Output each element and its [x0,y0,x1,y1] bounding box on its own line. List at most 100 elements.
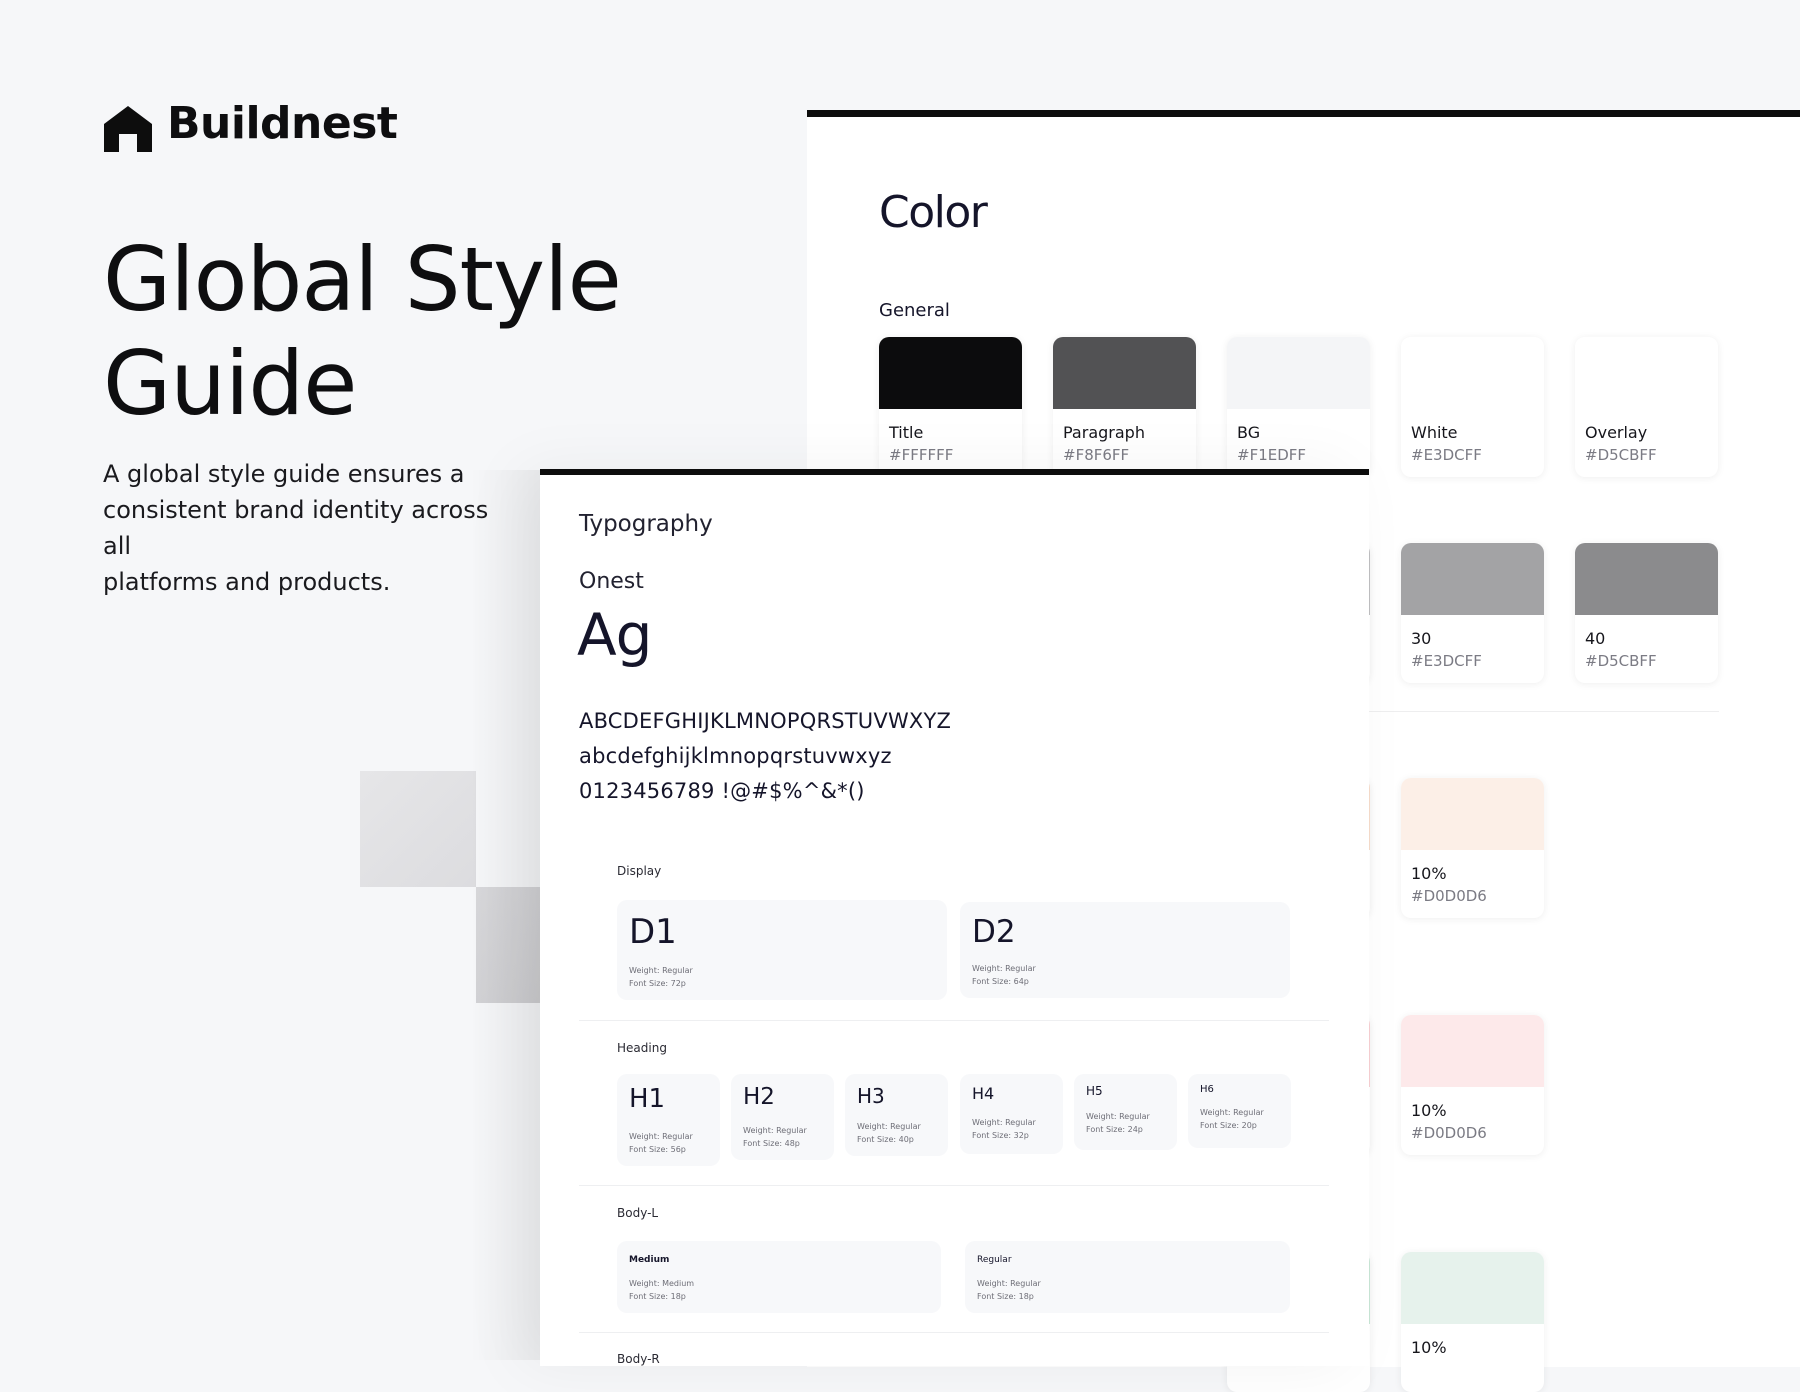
swatch-hex: #F1EDFF [1237,446,1307,464]
swatch-tint-red: 10% #D0D0D6 [1401,1015,1544,1155]
h5-size: Font Size: 24p [1086,1125,1143,1134]
swatch-hex: #E3DCFF [1411,446,1482,464]
swatch-chip [1401,778,1544,850]
swatch-title: Title #FFFFFF [879,337,1022,477]
hero-title-line-2: Guide [103,332,357,435]
body-l-regular-size: Font Size: 18p [977,1292,1034,1301]
swatch-hex: #FFFFFF [889,446,954,464]
swatch-bg: BG #F1EDFF [1227,337,1370,477]
swatch-paragraph: Paragraph #F8F6FF [1053,337,1196,477]
h6-weight: Weight: Regular [1200,1108,1264,1117]
h4-meta: Weight: Regular Font Size: 32p [972,1116,1036,1142]
h3-box: H3 Weight: Regular Font Size: 40p [845,1074,948,1156]
d2-meta: Weight: Regular Font Size: 64p [972,962,1036,988]
h2-size: Font Size: 48p [743,1139,800,1148]
h3-meta: Weight: Regular Font Size: 40p [857,1120,921,1146]
h2-meta: Weight: Regular Font Size: 48p [743,1124,807,1150]
h6-label: H6 [1200,1084,1214,1095]
swatch-chip [879,337,1022,409]
swatch-name: 10% [1411,1101,1447,1120]
hero-description-line-1: A global style guide ensures a [103,460,465,488]
typography-card: Typography Onest Ag ABCDEFGHIJKLMNOPQRST… [540,469,1369,1366]
d2-weight: Weight: Regular [972,964,1036,973]
swatch-chip [1401,1015,1544,1087]
h6-meta: Weight: Regular Font Size: 20p [1200,1106,1264,1132]
swatch-hex: #D5CBFF [1585,446,1657,464]
h2-box: H2 Weight: Regular Font Size: 48p [731,1074,834,1160]
swatch-tint-orange: 10% #D0D0D6 [1401,778,1544,918]
uppercase-alphabet: ABCDEFGHIJKLMNOPQRSTUVWXYZ [579,709,952,733]
swatch-name: 40 [1585,629,1606,648]
lowercase-alphabet: abcdefghijklmnopqrstuvwxyz [579,744,892,768]
swatch-name: White [1411,423,1458,442]
body-l-medium-weight: Weight: Medium [629,1279,695,1288]
swatch-chip [1227,337,1370,409]
brand-name: Buildnest [167,98,398,149]
swatch-chip [1053,337,1196,409]
swatch-name: BG [1237,423,1261,442]
body-l-medium-box: Medium Weight: Medium Font Size: 18p [617,1241,941,1313]
h1-size: Font Size: 56p [629,1145,686,1154]
h1-meta: Weight: Regular Font Size: 56p [629,1130,693,1156]
body-l-regular-weight: Weight: Regular [977,1279,1041,1288]
h3-weight: Weight: Regular [857,1122,921,1131]
swatch-gray-30: 30 #E3DCFF [1401,543,1544,683]
body-l-regular-label: Regular [977,1255,1012,1265]
h2-label: H2 [743,1084,775,1110]
d1-size: Font Size: 72p [629,979,686,988]
decorative-square [360,771,476,887]
body-l-regular-box: Regular Weight: Regular Font Size: 18p [965,1241,1290,1313]
swatch-name: 10% [1411,864,1447,883]
d1-meta: Weight: Regular Font Size: 72p [629,964,693,990]
font-name: Onest [579,569,644,594]
h6-size: Font Size: 20p [1200,1121,1257,1130]
h1-label: H1 [629,1084,666,1114]
body-l-medium-size: Font Size: 18p [629,1292,686,1301]
swatch-chip [1575,337,1718,409]
h5-meta: Weight: Regular Font Size: 24p [1086,1110,1150,1136]
h4-weight: Weight: Regular [972,1118,1036,1127]
swatch-overlay: Overlay #D5CBFF [1575,337,1718,477]
h5-label: H5 [1086,1084,1103,1098]
body-l-medium-meta: Weight: Medium Font Size: 18p [629,1277,694,1303]
h4-label: H4 [972,1084,995,1103]
hero-title-line-1: Global Style [103,228,622,331]
typography-title: Typography [579,511,713,537]
swatch-name: 10% [1411,1338,1447,1357]
card-shadow [470,470,550,1360]
hero-description: A global style guide ensures a consisten… [103,456,523,600]
h2-weight: Weight: Regular [743,1126,807,1135]
swatch-chip [1575,543,1718,615]
d1-label: D1 [629,912,677,952]
h3-label: H3 [857,1084,885,1108]
swatch-hex: #D5CBFF [1585,652,1657,670]
body-l-label: Body-L [617,1206,659,1220]
h1-box: H1 Weight: Regular Font Size: 56p [617,1074,720,1166]
swatch-gray-40: 40 #D5CBFF [1575,543,1718,683]
hero-description-line-3: platforms and products. [103,568,391,596]
d1-weight: Weight: Regular [629,966,693,975]
swatch-name: 30 [1411,629,1432,648]
swatch-name: Title [889,423,924,442]
swatch-chip [1401,337,1544,409]
hero-title: Global Style Guide [103,228,663,436]
display-d2-box: D2 Weight: Regular Font Size: 64p [960,902,1290,998]
swatch-hex: #D0D0D6 [1411,887,1487,905]
d2-label: D2 [972,914,1016,950]
divider [579,1332,1329,1333]
h3-size: Font Size: 40p [857,1135,914,1144]
color-section-title: Color [879,187,988,238]
heading-label: Heading [617,1041,667,1055]
h5-weight: Weight: Regular [1086,1112,1150,1121]
h4-box: H4 Weight: Regular Font Size: 32p [960,1074,1063,1154]
body-r-label: Body-R [617,1352,660,1366]
font-specimen: Ag [577,601,652,669]
display-d1-box: D1 Weight: Regular Font Size: 72p [617,900,947,1000]
divider [579,1185,1329,1186]
numbers-symbols: 0123456789 !@#$%^&*() [579,779,865,803]
h5-box: H5 Weight: Regular Font Size: 24p [1074,1074,1177,1150]
h4-size: Font Size: 32p [972,1131,1029,1140]
body-l-medium-label: Medium [629,1255,670,1265]
swatch-tint-green: 10% [1401,1252,1544,1392]
swatch-hex: #E3DCFF [1411,652,1482,670]
